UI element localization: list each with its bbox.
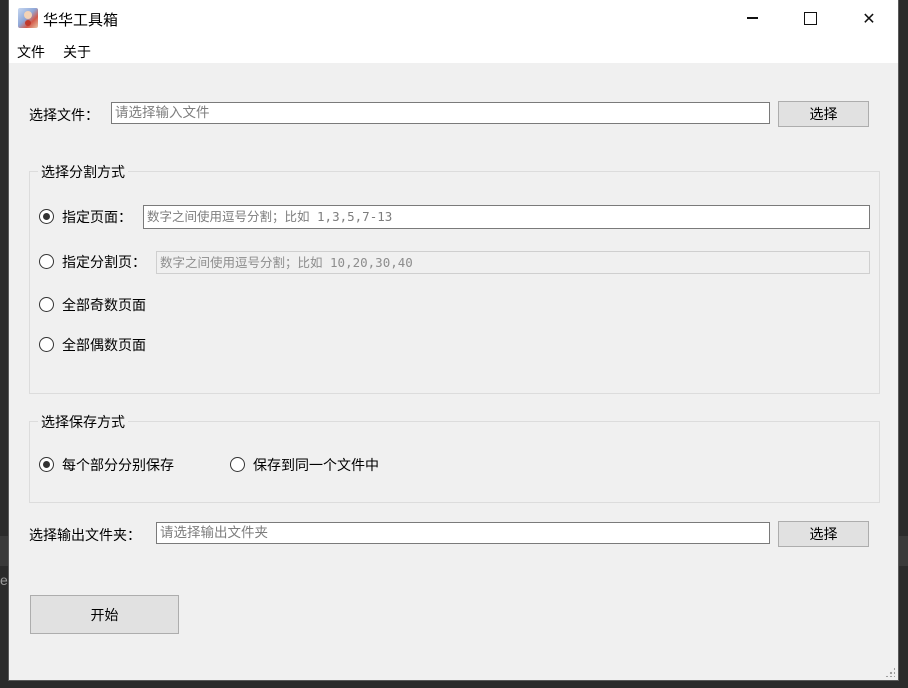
select-output-folder-button[interactable]: 选择 xyxy=(778,521,869,547)
specified-pages-label: 指定页面： xyxy=(62,210,132,226)
minimize-icon xyxy=(746,17,758,19)
minimize-button[interactable] xyxy=(723,0,781,36)
radio-split-pages[interactable] xyxy=(39,254,54,269)
menu-file[interactable]: 文件 xyxy=(17,42,45,62)
radio-even-pages[interactable] xyxy=(39,337,54,352)
odd-pages-label: 全部奇数页面 xyxy=(62,298,146,314)
menu-about[interactable]: 关于 xyxy=(63,42,91,62)
radio-save-single-file[interactable] xyxy=(230,457,245,472)
start-button[interactable]: 开始 xyxy=(30,595,179,634)
split-mode-group-title: 选择分割方式 xyxy=(38,162,128,182)
input-file-label: 选择文件： xyxy=(29,108,99,124)
close-button[interactable]: ✕ xyxy=(840,0,898,36)
background-band-right xyxy=(898,536,908,566)
input-file-field[interactable]: 请选择输入文件 xyxy=(111,102,770,124)
split-pages-label: 指定分割页： xyxy=(62,255,146,271)
save-mode-group-title: 选择保存方式 xyxy=(38,412,128,432)
resize-grip[interactable] xyxy=(885,667,895,677)
radio-specified-pages[interactable] xyxy=(39,209,54,224)
split-pages-input[interactable]: 数字之间使用逗号分割；比如 10,20,30,40 xyxy=(156,251,870,274)
radio-save-separately[interactable] xyxy=(39,457,54,472)
window-title: 华华工具箱 xyxy=(43,11,119,29)
close-icon: ✕ xyxy=(862,8,876,28)
maximize-button[interactable] xyxy=(781,0,839,36)
app-icon xyxy=(18,8,38,28)
menu-bar: 文件 关于 xyxy=(9,36,898,63)
save-single-file-label: 保存到同一个文件中 xyxy=(253,458,379,474)
title-bar: 华华工具箱 ✕ xyxy=(9,0,898,36)
app-window: 华华工具箱 ✕ 文件 关于 选择文件： 请选择输入文件 选择 选择分割方式 指定… xyxy=(9,0,898,680)
select-input-file-button[interactable]: 选择 xyxy=(778,101,869,127)
background-text: e xyxy=(0,572,8,588)
even-pages-label: 全部偶数页面 xyxy=(62,338,146,354)
save-separately-label: 每个部分分别保存 xyxy=(62,458,174,474)
radio-odd-pages[interactable] xyxy=(39,297,54,312)
maximize-icon xyxy=(803,11,817,25)
output-folder-field[interactable]: 请选择输出文件夹 xyxy=(156,522,770,544)
output-folder-label: 选择输出文件夹： xyxy=(29,528,141,544)
specified-pages-input[interactable]: 数字之间使用逗号分割；比如 1,3,5,7-13 xyxy=(143,205,870,229)
